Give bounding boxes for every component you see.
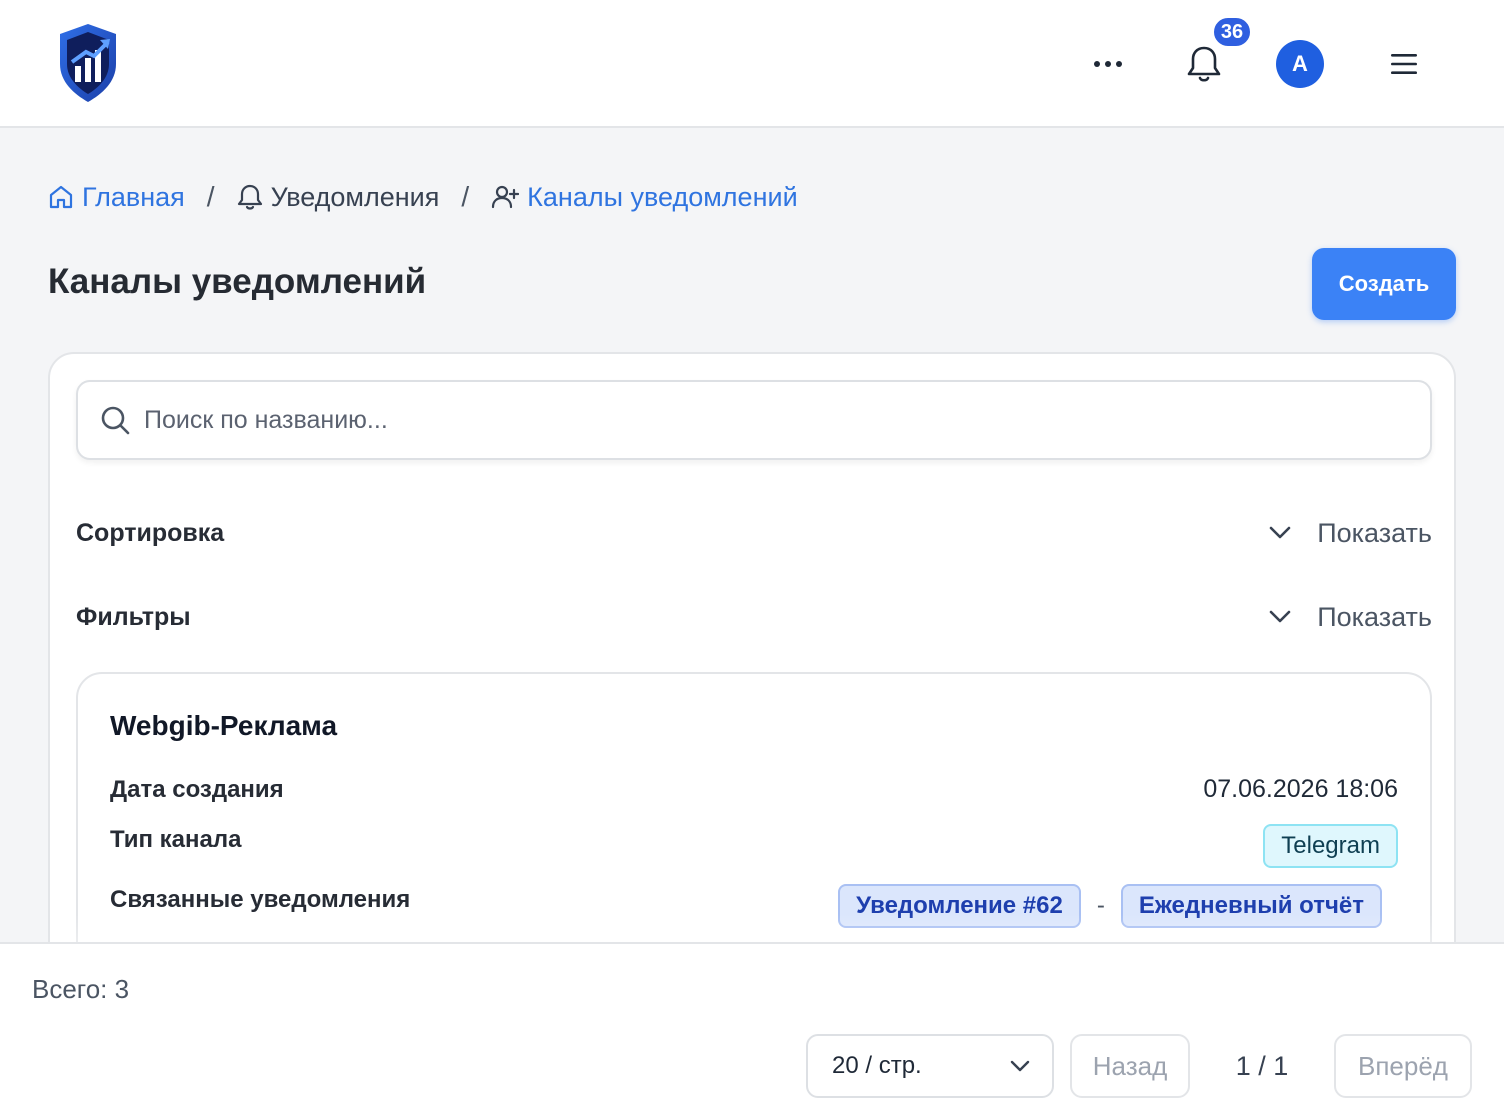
- create-button[interactable]: Создать: [1312, 248, 1456, 320]
- shield-logo-icon: [60, 24, 116, 102]
- total-count: Всего: 3: [32, 974, 130, 1004]
- notifications-button[interactable]: 36: [1172, 16, 1252, 96]
- sort-section[interactable]: Сортировка Показать: [76, 508, 1432, 558]
- breadcrumb-separator: /: [461, 181, 470, 212]
- notifications-count-badge: 36: [1212, 16, 1252, 48]
- filter-toggle[interactable]: Показать: [1269, 602, 1432, 633]
- chevron-down-icon: [1269, 526, 1291, 539]
- channel-name: Webgib-Реклама: [110, 710, 338, 741]
- hamburger-menu-icon: [1391, 54, 1417, 74]
- filter-section[interactable]: Фильтры Показать: [76, 592, 1432, 642]
- top-bar: 36 A: [0, 0, 1504, 128]
- sort-title: Сортировка: [76, 518, 225, 547]
- channels-panel: Сортировка Показать Фильтры Показать Web…: [48, 352, 1456, 992]
- breadcrumb-separator: /: [206, 181, 215, 212]
- breadcrumb-current-label: Каналы уведомлений: [527, 181, 798, 212]
- app-logo[interactable]: [56, 22, 120, 104]
- channel-type-label: Тип канала: [110, 826, 242, 853]
- page-size-select[interactable]: 20 / стр.: [806, 1034, 1054, 1098]
- breadcrumb-notifications-label: Уведомления: [270, 181, 440, 212]
- breadcrumb-home[interactable]: Главная: [48, 182, 185, 213]
- main-menu-button[interactable]: [1372, 32, 1436, 96]
- prev-page-button[interactable]: Назад: [1070, 1034, 1190, 1098]
- channel-type-badge: Telegram: [1263, 824, 1398, 868]
- home-icon: [49, 185, 73, 209]
- breadcrumb-home-label: Главная: [82, 181, 185, 212]
- more-options-button[interactable]: [1076, 32, 1140, 96]
- breadcrumb-notifications[interactable]: Уведомления: [237, 181, 440, 213]
- page-title: Каналы уведомлений: [48, 262, 427, 301]
- chevron-down-icon: [1010, 1060, 1030, 1072]
- sort-toggle-label: Показать: [1317, 517, 1432, 548]
- filter-toggle-label: Показать: [1317, 601, 1432, 632]
- pagination-footer: Всего: 3 20 / стр. Назад 1 / 1 Вперёд: [0, 942, 1504, 1120]
- search-box[interactable]: [76, 380, 1432, 460]
- next-page-button[interactable]: Вперёд: [1334, 1034, 1472, 1098]
- chevron-down-icon: [1269, 610, 1291, 623]
- filter-title: Фильтры: [76, 602, 191, 631]
- page-size-value: 20 / стр.: [832, 1052, 922, 1079]
- breadcrumb: Главная / Уведомления / Каналы уведомлен…: [48, 176, 798, 218]
- breadcrumb-current[interactable]: Каналы уведомлений: [491, 181, 798, 213]
- sort-toggle[interactable]: Показать: [1269, 518, 1432, 549]
- top-actions: 36 A: [1076, 16, 1436, 96]
- search-icon: [101, 406, 130, 435]
- bell-icon: [237, 184, 262, 210]
- created-value: 07.06.2026 18:06: [1203, 775, 1398, 803]
- created-label: Дата создания: [110, 776, 284, 803]
- user-plus-icon: [492, 185, 520, 209]
- linked-notifications-label: Связанные уведомления: [110, 886, 411, 913]
- user-avatar[interactable]: A: [1276, 40, 1324, 88]
- more-dots-icon: [1094, 61, 1122, 67]
- page-indicator: 1 / 1: [1235, 1050, 1289, 1081]
- bell-icon: [1187, 46, 1221, 82]
- search-input[interactable]: [144, 405, 1344, 435]
